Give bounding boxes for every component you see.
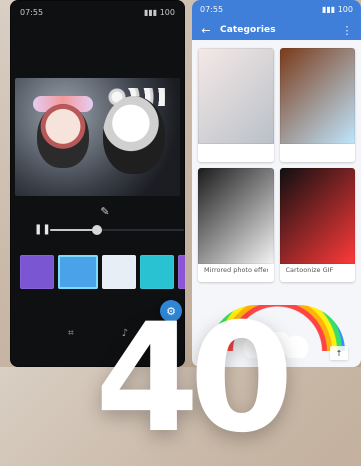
category-thumbnail xyxy=(279,168,355,264)
page-title: Categories xyxy=(220,25,276,35)
category-thumbnail xyxy=(279,48,355,144)
effect-thumbnail[interactable] xyxy=(102,255,136,289)
share-badge-icon[interactable]: ↑ xyxy=(330,346,348,360)
pause-icon[interactable]: ❚❚ xyxy=(34,225,51,235)
category-card[interactable] xyxy=(279,48,355,162)
screenshot-collage: 07:55 ▮▮▮ 100 ✎ ❚❚ ⚙ ⌗ ♪ 07:55 ▮▮▮ 100 ←… xyxy=(0,0,361,454)
status-signal: ▮▮▮ 100 xyxy=(321,4,353,14)
effect-thumbnail-selected[interactable] xyxy=(58,255,98,289)
status-time: 07:55 xyxy=(200,4,224,14)
category-thumbnail xyxy=(198,48,274,144)
person-face-graphic xyxy=(103,96,165,174)
effect-thumbnail[interactable] xyxy=(178,255,185,289)
effect-thumbnail[interactable] xyxy=(20,255,54,289)
status-bar-left: 07:55 ▮▮▮ 100 xyxy=(20,4,175,20)
category-card[interactable]: Mirrored photo effect xyxy=(198,168,274,282)
category-card[interactable]: Cartoonize GIF xyxy=(279,168,355,282)
app-bar: 07:55 ▮▮▮ 100 ← Categories ⋮ xyxy=(192,0,361,40)
person-face-graphic xyxy=(37,104,89,168)
timeline-progress-fill xyxy=(50,229,97,231)
back-arrow-icon[interactable]: ← xyxy=(200,24,212,37)
timeline-scrubber-handle[interactable] xyxy=(91,225,102,235)
effects-thumbnail-strip[interactable] xyxy=(20,255,185,289)
overlay-number: 40 xyxy=(95,292,294,466)
toolbar-left: ← Categories xyxy=(200,24,276,37)
categories-grid: Mirrored photo effect Cartoonize GIF xyxy=(198,48,355,282)
more-icon[interactable]: ⋮ xyxy=(341,24,353,37)
share-badge-text: ↑ xyxy=(335,348,343,358)
edit-pen-icon[interactable]: ✎ xyxy=(98,204,112,218)
status-right: ▮▮▮ 100 xyxy=(144,8,175,17)
category-label: Cartoonize GIF xyxy=(285,266,334,274)
timeline-track[interactable] xyxy=(50,225,184,235)
category-label xyxy=(204,144,268,156)
category-thumbnail xyxy=(198,168,274,264)
video-timeline[interactable]: ❚❚ xyxy=(34,224,184,236)
top-toolbar: ← Categories ⋮ xyxy=(200,22,353,38)
video-preview[interactable] xyxy=(15,78,180,196)
status-bar-right: 07:55 ▮▮▮ 100 xyxy=(200,4,353,14)
effect-thumbnail[interactable] xyxy=(140,255,174,289)
category-card[interactable] xyxy=(198,48,274,162)
status-time: 07:55 xyxy=(20,7,44,17)
category-label xyxy=(286,144,350,156)
crop-icon[interactable]: ⌗ xyxy=(68,329,74,339)
status-signal: ▮▮▮ 100 xyxy=(143,7,175,17)
category-label: Mirrored photo effect xyxy=(204,266,268,274)
